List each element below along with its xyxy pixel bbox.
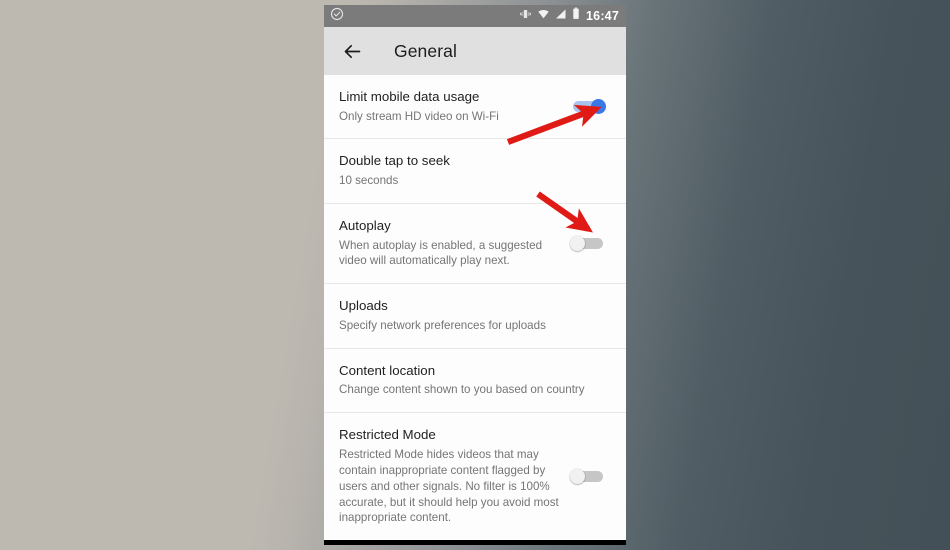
status-bar-notifications [330, 7, 344, 26]
setting-text: Double tap to seek 10 seconds [339, 153, 610, 188]
setting-row-content-location[interactable]: Content location Change content shown to… [324, 348, 626, 414]
setting-title: Restricted Mode [339, 427, 436, 443]
status-bar-system-icons: 16:47 [519, 7, 619, 25]
autoplay-toggle[interactable] [570, 236, 606, 252]
check-circle-icon [330, 7, 344, 26]
setting-text: Restricted Mode Restricted Mode hides vi… [339, 427, 570, 526]
setting-subtitle: 10 seconds [339, 174, 399, 188]
setting-subtitle: Only stream HD video on Wi-Fi [339, 109, 499, 123]
setting-title: Autoplay [339, 217, 391, 233]
setting-row-limit-mobile-data-usage[interactable]: Limit mobile data usage Only stream HD v… [324, 75, 626, 140]
phone-screen: 16:47 General Limit mobile data usage On… [324, 5, 626, 545]
setting-subtitle: Specify network preferences for uploads [339, 318, 546, 332]
setting-subtitle: When autoplay is enabled, a suggested vi… [339, 238, 543, 268]
setting-text: Content location Change content shown to… [339, 363, 610, 398]
setting-row-autoplay[interactable]: Autoplay When autoplay is enabled, a sug… [324, 203, 626, 285]
battery-icon [572, 7, 580, 25]
wifi-icon [537, 7, 550, 25]
setting-row-restricted-mode[interactable]: Restricted Mode Restricted Mode hides vi… [324, 413, 626, 541]
cellular-signal-icon [555, 7, 567, 25]
setting-subtitle: Change content shown to you based on cou… [339, 383, 585, 397]
app-bar: General [324, 27, 626, 75]
restricted-mode-toggle[interactable] [570, 469, 606, 485]
setting-text: Uploads Specify network preferences for … [339, 298, 610, 333]
status-bar-clock: 16:47 [586, 9, 619, 23]
toggle-knob [591, 99, 606, 115]
setting-title: Limit mobile data usage [339, 89, 480, 104]
page-title: General [394, 40, 457, 61]
limit-mobile-data-usage-toggle[interactable] [570, 99, 606, 115]
settings-list: Limit mobile data usage Only stream HD v… [324, 75, 626, 541]
back-arrow-icon[interactable] [342, 41, 363, 62]
setting-subtitle: Restricted Mode hides videos that may co… [339, 447, 559, 525]
vibrate-icon [519, 7, 532, 25]
setting-text: Limit mobile data usage Only stream HD v… [339, 89, 570, 124]
setting-row-double-tap-to-seek[interactable]: Double tap to seek 10 seconds [324, 139, 626, 204]
setting-title: Content location [339, 362, 436, 378]
setting-title: Double tap to seek [339, 153, 450, 169]
status-bar: 16:47 [324, 5, 626, 27]
desktop-backdrop: 16:47 General Limit mobile data usage On… [0, 0, 950, 550]
setting-row-uploads[interactable]: Uploads Specify network preferences for … [324, 284, 626, 349]
toggle-knob [570, 469, 585, 485]
setting-title: Uploads [339, 298, 388, 314]
setting-text: Autoplay When autoplay is enabled, a sug… [339, 218, 570, 269]
